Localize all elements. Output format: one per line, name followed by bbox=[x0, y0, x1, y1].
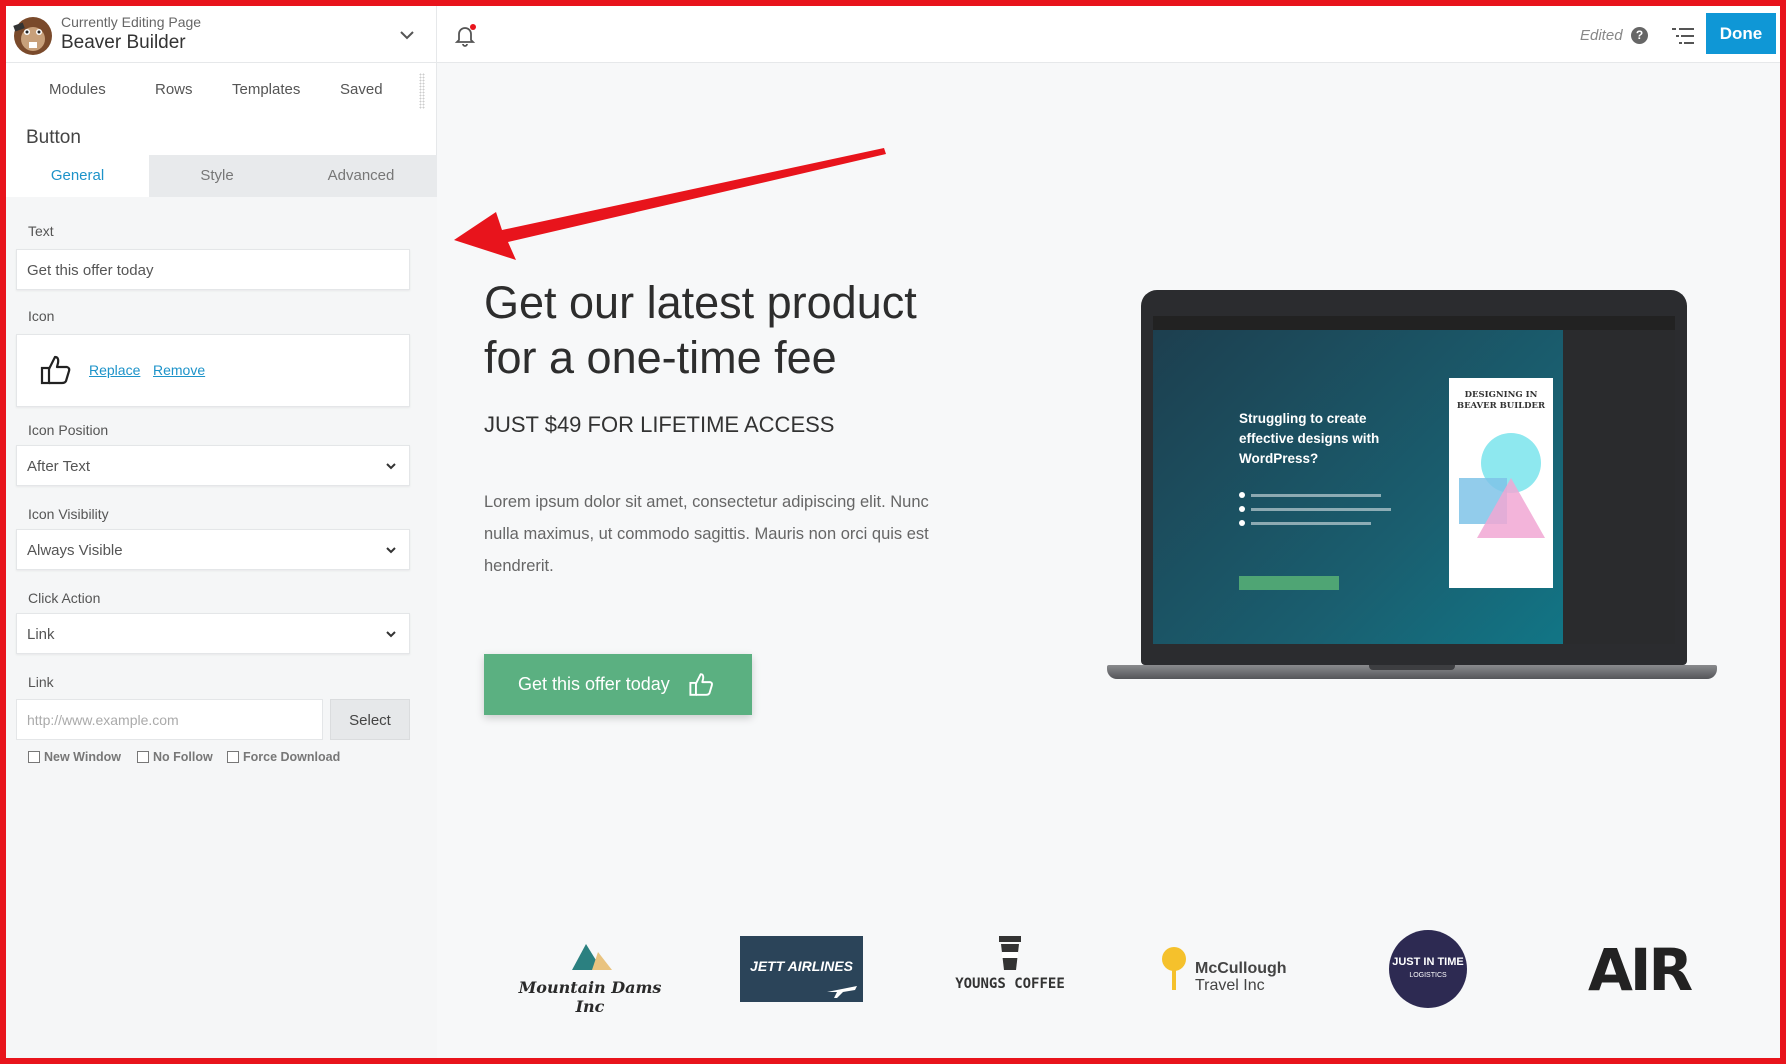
tab-templates[interactable]: Templates bbox=[232, 81, 300, 98]
logo-mccullough: McCullough Travel Inc bbox=[1157, 946, 1297, 996]
icon-visibility-value: Always Visible bbox=[27, 542, 123, 559]
book-title: DESIGNING IN BEAVER BUILDER bbox=[1449, 390, 1553, 412]
chevron-down-icon bbox=[386, 462, 396, 469]
new-window-label: New Window bbox=[44, 750, 121, 764]
outline-list-icon[interactable] bbox=[1670, 25, 1696, 47]
mccullough-line2: Travel Inc bbox=[1195, 977, 1265, 994]
logo-youngs-coffee: YOUNGS COFFEE bbox=[954, 936, 1066, 1002]
tab-modules[interactable]: Modules bbox=[49, 81, 106, 98]
text-input[interactable]: Get this offer today bbox=[16, 249, 410, 290]
screen-heading: Struggling to create effective designs w… bbox=[1239, 411, 1380, 466]
icon-visibility-select[interactable]: Always Visible bbox=[16, 529, 410, 570]
replace-icon-link[interactable]: Replace bbox=[89, 362, 140, 378]
beaver-logo-icon bbox=[13, 17, 52, 55]
hero-body-text: Lorem ipsum dolor sit amet, consectetur … bbox=[484, 493, 929, 575]
done-button[interactable]: Done bbox=[1706, 13, 1776, 54]
logo-jett-airlines: JETT AIRLINES bbox=[740, 936, 863, 1002]
mountain-icon bbox=[572, 944, 612, 970]
chevron-down-icon bbox=[386, 546, 396, 553]
icon-field-label: Icon bbox=[28, 308, 55, 324]
new-window-checkbox[interactable]: New Window bbox=[28, 750, 121, 764]
page-selector[interactable]: Currently Editing Page Beaver Builder bbox=[6, 6, 437, 63]
help-icon[interactable]: ? bbox=[1631, 27, 1648, 44]
thumbs-up-icon bbox=[40, 355, 71, 385]
drag-handle[interactable] bbox=[419, 73, 425, 109]
click-action-label: Click Action bbox=[28, 590, 101, 606]
screenshot-frame: Currently Editing Page Beaver Builder Ed… bbox=[0, 0, 1786, 1064]
cta-button[interactable]: Get this offer today bbox=[484, 654, 752, 715]
coffee-cup-icon bbox=[999, 936, 1021, 970]
panel-title: Button bbox=[26, 127, 81, 148]
icon-position-select[interactable]: After Text bbox=[16, 445, 410, 486]
settings-form: Text Get this offer today Icon Replace R… bbox=[6, 197, 437, 1058]
force-download-checkbox[interactable]: Force Download bbox=[227, 750, 340, 764]
book-art-icon bbox=[1459, 433, 1545, 538]
hero-title: Get our latest product for a one-time fe… bbox=[484, 275, 964, 385]
laptop-screen: Struggling to create effective designs w… bbox=[1153, 316, 1675, 644]
laptop-notch bbox=[1369, 665, 1455, 670]
icon-picker: Replace Remove bbox=[16, 334, 410, 407]
screen-cta bbox=[1239, 576, 1339, 590]
hero-subtitle: JUST $49 FOR LIFETIME ACCESS bbox=[484, 412, 835, 437]
subtab-style[interactable]: Style bbox=[149, 155, 285, 197]
currently-editing-label: Currently Editing Page bbox=[61, 14, 202, 30]
no-follow-label: No Follow bbox=[153, 750, 213, 764]
content-tabs: Modules Rows Templates Saved bbox=[6, 63, 437, 115]
logo-air: AIR bbox=[1588, 936, 1693, 1004]
screen-settings-panel bbox=[1563, 330, 1675, 644]
mccullough-line1: McCullough bbox=[1195, 960, 1287, 977]
jett-text: JETT AIRLINES bbox=[750, 958, 853, 974]
tab-rows[interactable]: Rows bbox=[155, 81, 193, 98]
logo-just-in-time: JUST IN TIME LOGISTICS bbox=[1389, 930, 1467, 1008]
cta-label: Get this offer today bbox=[518, 674, 670, 694]
jit-text: JUST IN TIME LOGISTICS bbox=[1389, 957, 1467, 981]
screen-book-cover: DESIGNING IN BEAVER BUILDER bbox=[1449, 378, 1553, 588]
select-link-button[interactable]: Select bbox=[330, 699, 410, 740]
hero-title-line2: for a one-time fee bbox=[484, 332, 837, 383]
hero-title-line1: Get our latest product bbox=[484, 277, 917, 328]
jit-line1: JUST IN TIME bbox=[1392, 956, 1464, 968]
link-url-input[interactable]: http://www.example.com bbox=[16, 699, 323, 740]
subtab-general[interactable]: General bbox=[6, 155, 149, 197]
pin-icon bbox=[1162, 947, 1186, 990]
no-follow-checkbox[interactable]: No Follow bbox=[137, 750, 213, 764]
chevron-down-icon[interactable] bbox=[396, 24, 418, 46]
book-title-line2: BEAVER BUILDER bbox=[1456, 401, 1546, 411]
link-label: Link bbox=[28, 674, 54, 690]
tab-saved[interactable]: Saved bbox=[340, 81, 383, 98]
subtab-advanced[interactable]: Advanced bbox=[285, 155, 437, 197]
mccullough-text: McCullough Travel Inc bbox=[1195, 960, 1287, 994]
remove-icon-link[interactable]: Remove bbox=[153, 362, 205, 378]
page-name: Beaver Builder bbox=[61, 32, 186, 53]
airplane-icon bbox=[827, 986, 857, 998]
click-action-select[interactable]: Link bbox=[16, 613, 410, 654]
annotation-arrow bbox=[454, 148, 886, 260]
icon-visibility-label: Icon Visibility bbox=[28, 506, 109, 522]
jit-line2: LOGISTICS bbox=[1409, 972, 1447, 979]
notification-bell-icon[interactable] bbox=[452, 22, 478, 48]
icon-position-value: After Text bbox=[27, 458, 91, 475]
book-title-line1: DESIGNING IN bbox=[1464, 390, 1538, 400]
icon-position-label: Icon Position bbox=[28, 422, 109, 438]
text-field-label: Text bbox=[28, 223, 54, 239]
settings-subtabs: General Style Advanced bbox=[6, 155, 437, 197]
laptop-mockup: Struggling to create effective designs w… bbox=[1107, 290, 1747, 696]
screen-bullets bbox=[1239, 492, 1409, 534]
chevron-down-icon bbox=[386, 630, 396, 637]
force-download-label: Force Download bbox=[243, 750, 341, 764]
click-action-value: Link bbox=[27, 626, 55, 643]
settings-sidebar: Modules Rows Templates Saved Button Gene… bbox=[6, 63, 437, 1058]
thumbs-up-icon bbox=[689, 673, 713, 696]
youngs-coffee-text: YOUNGS COFFEE bbox=[955, 976, 1065, 992]
mountain-dams-text: Mountain Dams Inc bbox=[518, 978, 662, 1016]
logo-mountain-dams: Mountain Dams Inc bbox=[517, 944, 663, 1016]
edited-status: Edited bbox=[1580, 27, 1623, 44]
text-input-value: Get this offer today bbox=[27, 262, 154, 279]
top-bar: Currently Editing Page Beaver Builder Ed… bbox=[6, 6, 1780, 63]
screen-topbar bbox=[1153, 316, 1675, 330]
